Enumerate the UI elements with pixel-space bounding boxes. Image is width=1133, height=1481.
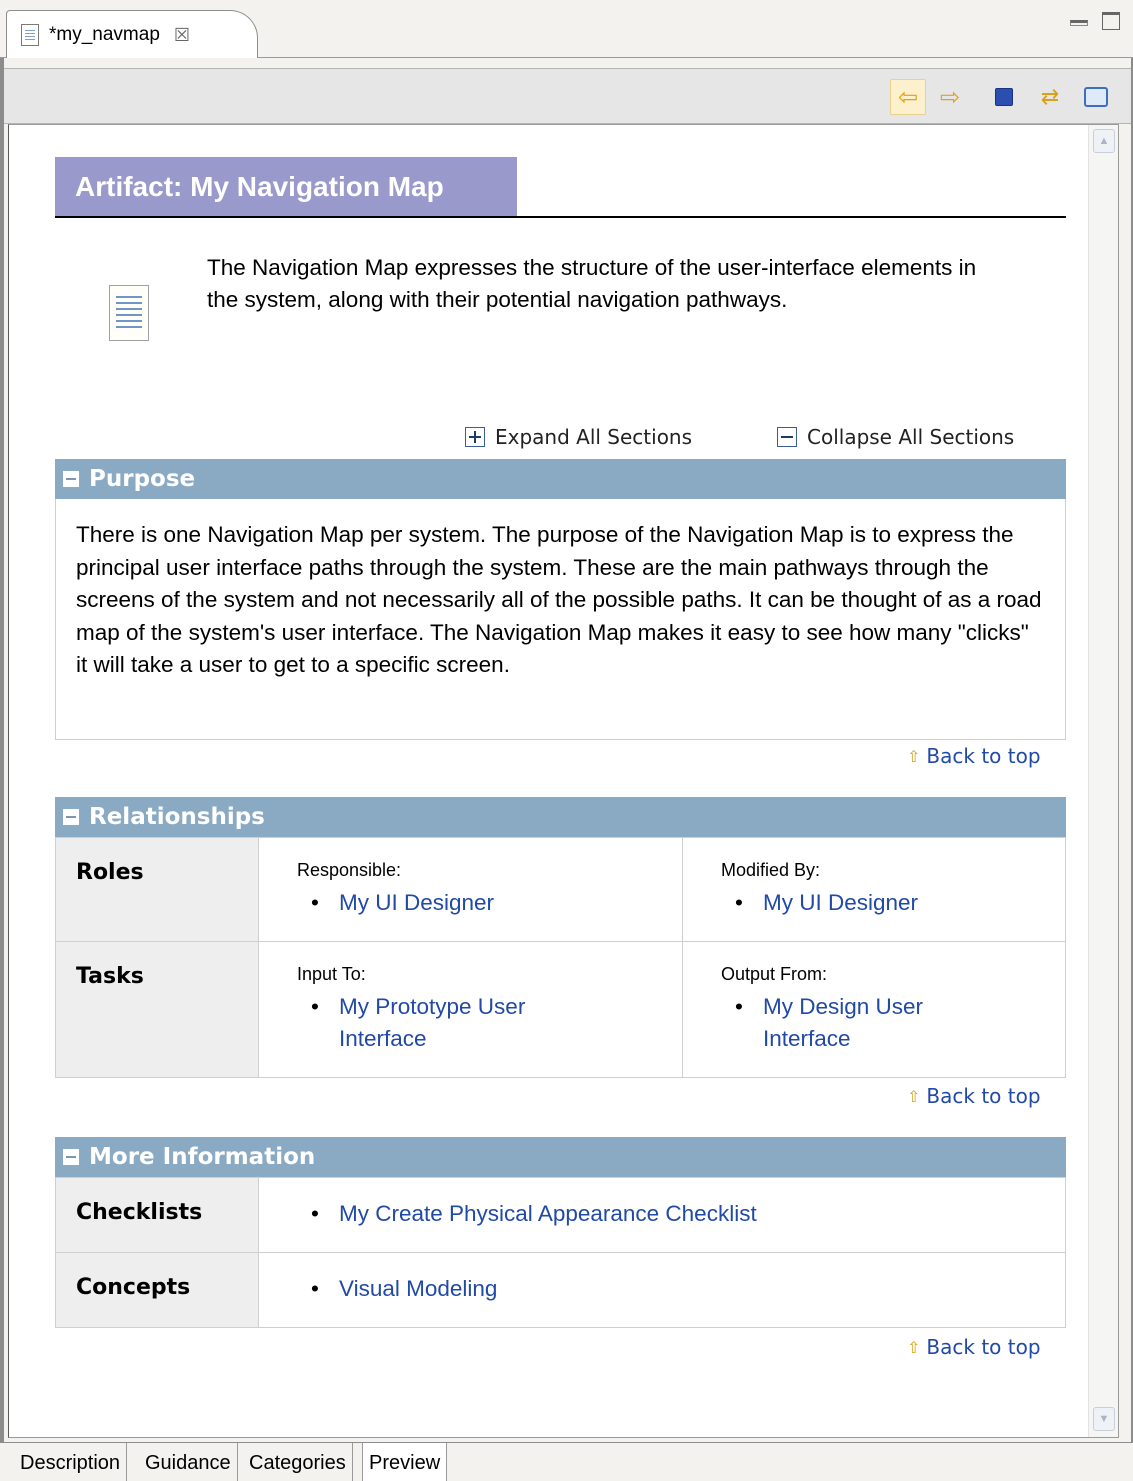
- collapse-icon: [777, 427, 797, 447]
- list-item[interactable]: • My UI Designer: [297, 887, 662, 919]
- input-to-label: Input To:: [297, 964, 366, 984]
- back-to-top-label: Back to top: [926, 744, 1041, 768]
- back-to-top-link[interactable]: ⇧ Back to top: [907, 1332, 1041, 1362]
- tab-description[interactable]: Description: [14, 1443, 128, 1481]
- tab-preview[interactable]: Preview: [362, 1443, 448, 1481]
- list-item[interactable]: • My Prototype User Interface: [297, 991, 597, 1055]
- title-divider: [55, 216, 1066, 218]
- up-arrow-icon: ⇧: [907, 1337, 921, 1357]
- artifact-brief-description: The Navigation Map expresses the structu…: [207, 255, 977, 312]
- stop-button[interactable]: [986, 79, 1022, 115]
- more-information-heading: More Information: [89, 1144, 316, 1170]
- relationships-section-header[interactable]: Relationships: [55, 797, 1066, 837]
- expand-icon: [465, 427, 485, 447]
- list-item[interactable]: • My UI Designer: [721, 887, 1045, 919]
- purpose-text: There is one Navigation Map per system. …: [55, 499, 1066, 740]
- more-information-section-header[interactable]: More Information: [55, 1137, 1066, 1177]
- refresh-icon[interactable]: ⇄: [1032, 79, 1068, 115]
- collapse-section-icon[interactable]: [63, 471, 79, 487]
- forward-arrow-icon[interactable]: ⇨: [932, 79, 968, 115]
- back-arrow-icon[interactable]: ⇦: [890, 79, 926, 115]
- purpose-heading: Purpose: [89, 466, 196, 492]
- collapse-section-icon[interactable]: [63, 809, 79, 825]
- editor-window: *my_navmap ☒ ⇦ ⇨ ⇄ Artifact: My Navigati…: [0, 0, 1133, 1481]
- maximize-button[interactable]: [1102, 12, 1120, 30]
- checklists-cell: • My Create Physical Appearance Checklist: [258, 1177, 1066, 1253]
- input-to-task-link[interactable]: My Prototype User Interface: [339, 991, 597, 1055]
- concepts-cell: • Visual Modeling: [258, 1252, 1066, 1328]
- relationships-table: Roles Responsible: • My UI Designer Modif…: [55, 837, 1066, 1078]
- bullet: •: [311, 1201, 319, 1226]
- output-from-task-link[interactable]: My Design User Interface: [763, 991, 981, 1055]
- checklist-link[interactable]: My Create Physical Appearance Checklist: [339, 1198, 757, 1230]
- editor-frame: ⇦ ⇨ ⇄ Artifact: My Navigation Map The Na…: [0, 58, 1133, 1442]
- document-icon: [21, 24, 39, 46]
- bullet: •: [311, 890, 319, 915]
- editor-tab-title: *my_navmap: [49, 24, 160, 45]
- responsible-label: Responsible:: [297, 860, 402, 880]
- preview-content: Artifact: My Navigation Map The Navigati…: [8, 124, 1119, 1438]
- artifact-document-icon: [109, 285, 149, 341]
- output-from-cell: Output From: • My Design User Interface: [682, 941, 1066, 1078]
- concepts-label: Concepts: [55, 1252, 259, 1328]
- expand-all-label: Expand All Sections: [495, 425, 693, 449]
- page-title: Artifact: My Navigation Map: [55, 157, 517, 217]
- output-from-label: Output From:: [721, 964, 828, 984]
- back-to-top-link[interactable]: ⇧ Back to top: [907, 741, 1041, 771]
- collapse-all-label: Collapse All Sections: [807, 425, 1015, 449]
- close-icon[interactable]: ☒: [174, 25, 190, 46]
- purpose-section-header[interactable]: Purpose: [55, 459, 1066, 499]
- bullet: •: [735, 994, 743, 1019]
- responsible-cell: Responsible: • My UI Designer: [258, 837, 683, 942]
- table-row: Tasks Input To: • My Prototype User Inter…: [55, 941, 1066, 1078]
- back-to-top-link[interactable]: ⇧ Back to top: [907, 1081, 1041, 1111]
- back-to-top-label: Back to top: [926, 1335, 1041, 1359]
- bullet: •: [311, 1276, 319, 1301]
- tasks-label: Tasks: [55, 941, 259, 1078]
- up-arrow-icon: ⇧: [907, 1086, 921, 1106]
- up-arrow-icon: ⇧: [907, 746, 921, 766]
- list-item[interactable]: • My Design User Interface: [721, 991, 981, 1055]
- editor-page-tabs: Description Guidance Categories Preview: [0, 1442, 1133, 1481]
- print-button[interactable]: [1078, 79, 1114, 115]
- tab-categories[interactable]: Categories: [243, 1443, 353, 1481]
- concept-link[interactable]: Visual Modeling: [339, 1273, 497, 1305]
- print-icon: [1084, 87, 1108, 107]
- list-item[interactable]: • My Create Physical Appearance Checklist: [297, 1198, 1045, 1230]
- table-row: Checklists • My Create Physical Appearanc…: [55, 1177, 1066, 1253]
- input-to-cell: Input To: • My Prototype User Interface: [258, 941, 683, 1078]
- editor-tab-strip: *my_navmap ☒: [0, 0, 1133, 59]
- list-item[interactable]: • Visual Modeling: [297, 1273, 1045, 1305]
- scroll-up-icon[interactable]: ▲: [1093, 129, 1115, 153]
- roles-label: Roles: [55, 837, 259, 942]
- editor-tab-my-navmap[interactable]: *my_navmap ☒: [6, 10, 258, 59]
- collapse-section-icon[interactable]: [63, 1149, 79, 1165]
- responsible-role-link[interactable]: My UI Designer: [339, 887, 494, 919]
- table-row: Concepts • Visual Modeling: [55, 1252, 1066, 1328]
- scroll-down-icon[interactable]: ▼: [1093, 1407, 1115, 1431]
- back-to-top-label: Back to top: [926, 1084, 1041, 1108]
- expand-all-sections-link[interactable]: Expand All Sections: [465, 422, 692, 452]
- checklists-label: Checklists: [55, 1177, 259, 1253]
- vertical-scrollbar[interactable]: ▲ ▼: [1088, 125, 1118, 1437]
- preview-toolbar: ⇦ ⇨ ⇄: [4, 68, 1131, 124]
- collapse-all-sections-link[interactable]: Collapse All Sections: [777, 422, 1014, 452]
- minimize-button[interactable]: [1070, 20, 1088, 26]
- stop-icon: [995, 88, 1013, 106]
- bullet: •: [311, 994, 319, 1019]
- more-information-table: Checklists • My Create Physical Appearanc…: [55, 1177, 1066, 1328]
- modified-by-role-link[interactable]: My UI Designer: [763, 887, 918, 919]
- modified-by-cell: Modified By: • My UI Designer: [682, 837, 1066, 942]
- table-row: Roles Responsible: • My UI Designer Modif…: [55, 837, 1066, 942]
- tab-guidance[interactable]: Guidance: [139, 1443, 238, 1481]
- bullet: •: [735, 890, 743, 915]
- relationships-heading: Relationships: [89, 804, 265, 830]
- modified-by-label: Modified By:: [721, 860, 821, 880]
